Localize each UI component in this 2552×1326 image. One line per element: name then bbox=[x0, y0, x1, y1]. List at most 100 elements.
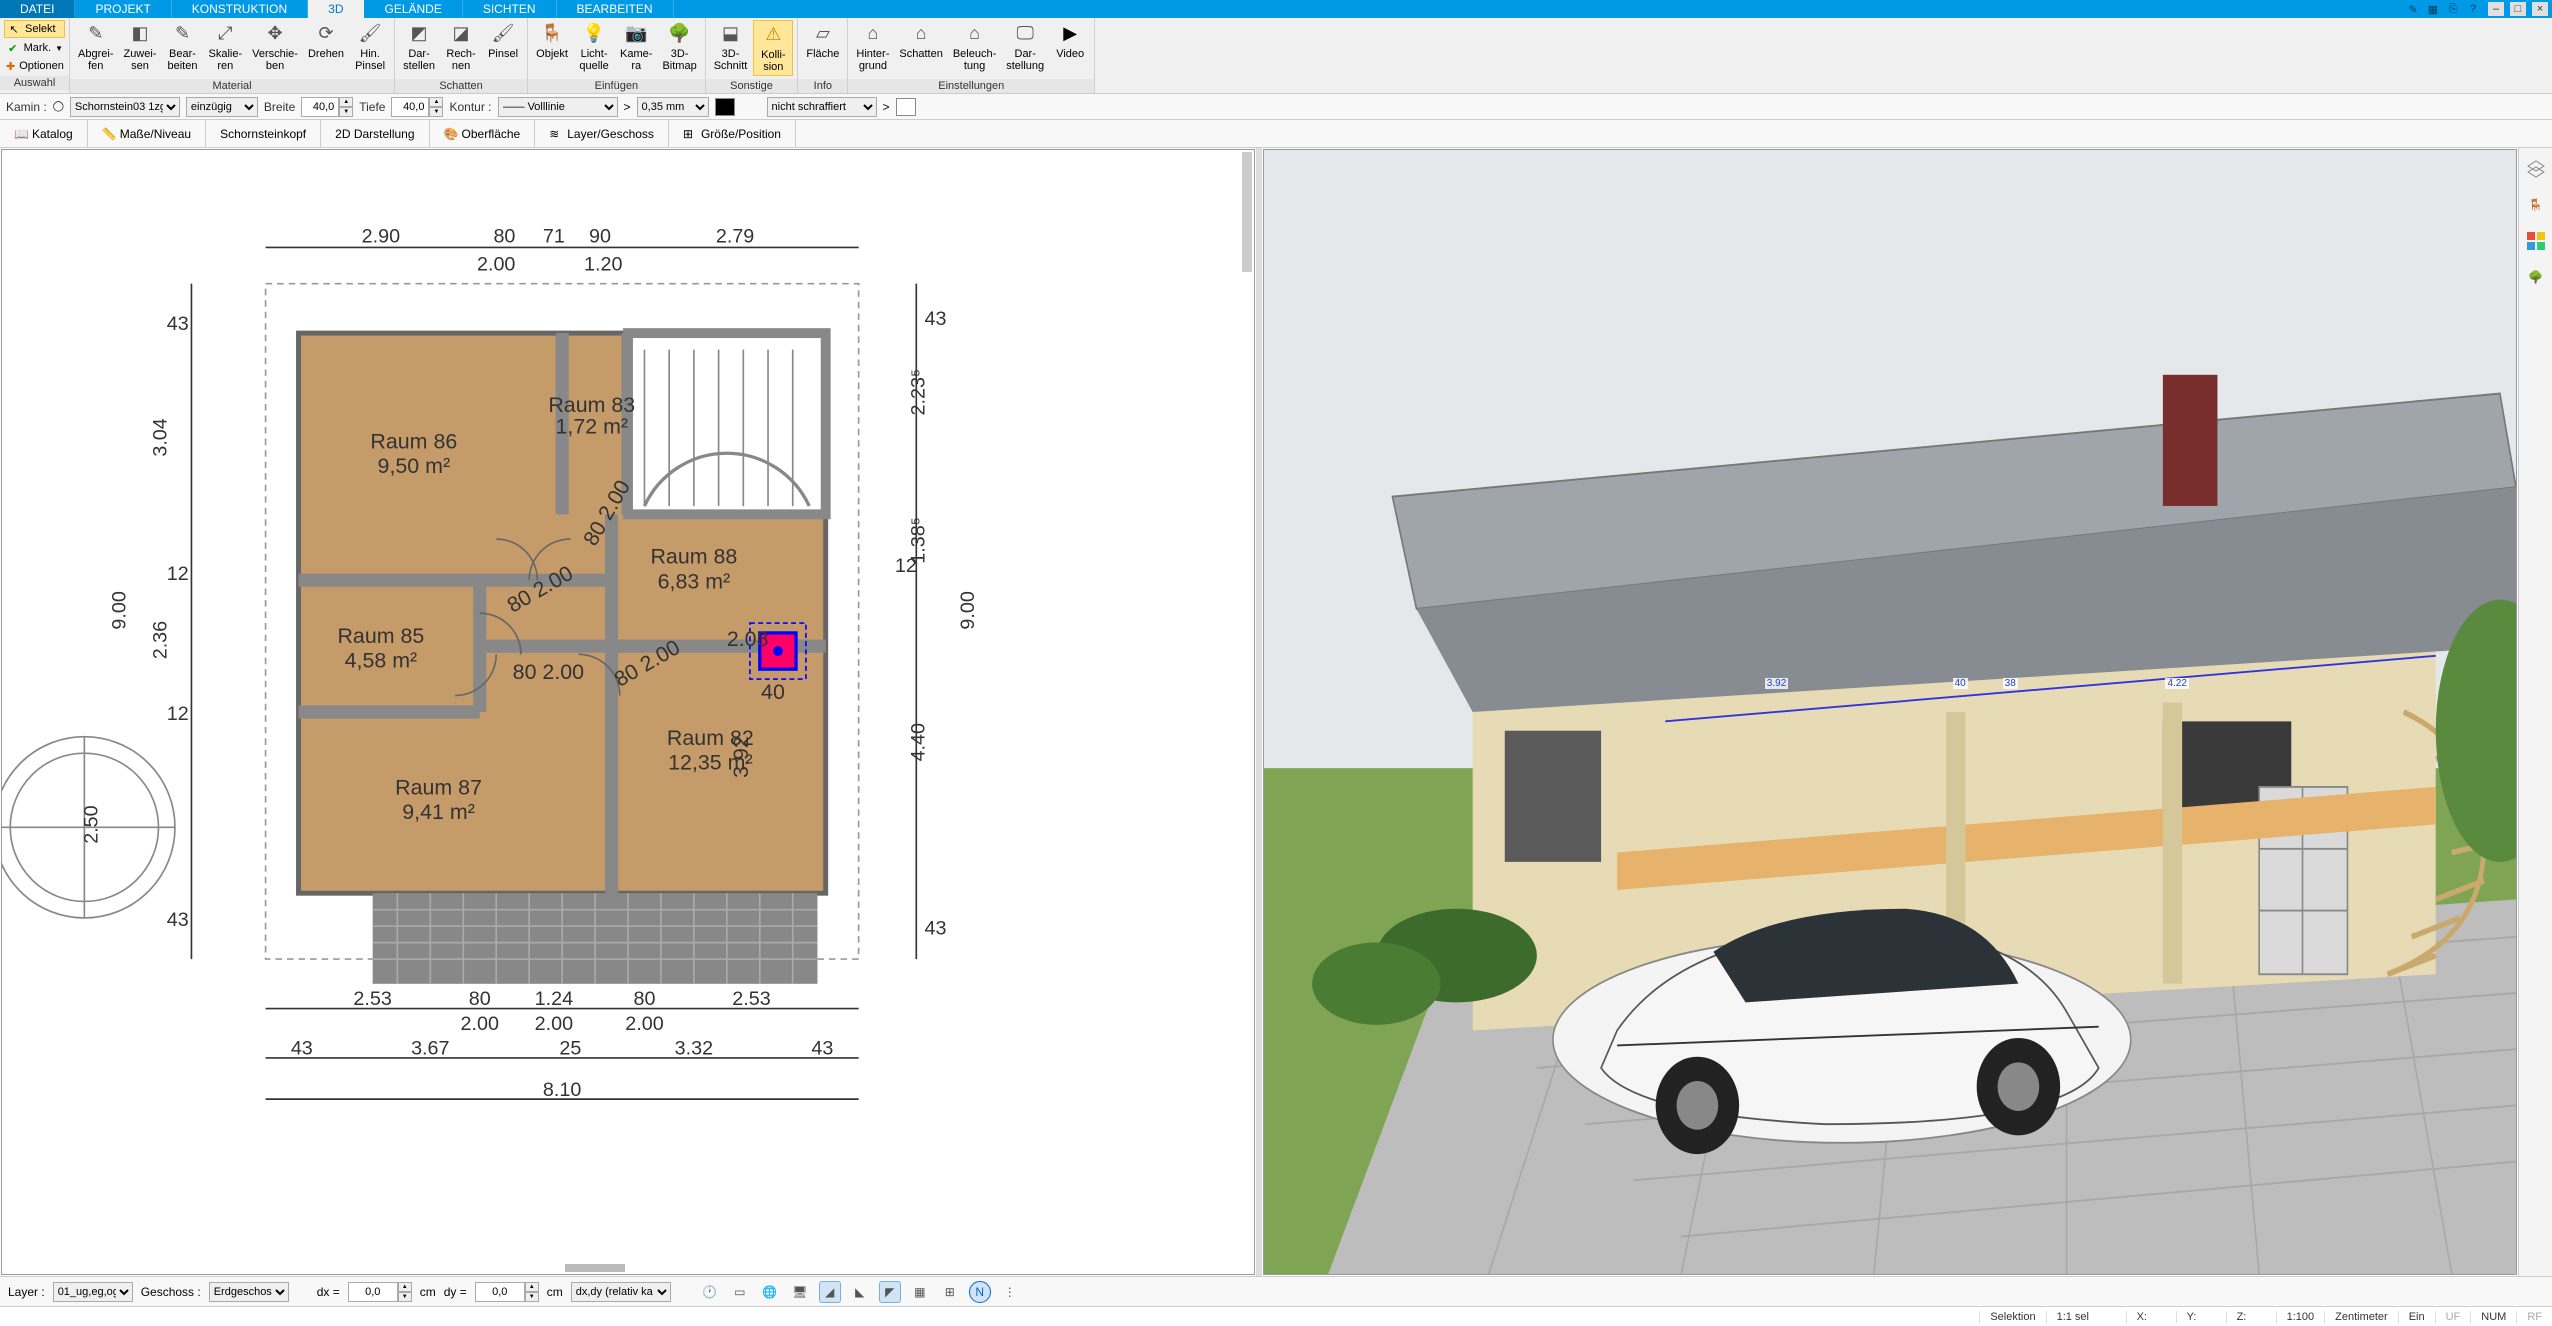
tab-schornsteinkopf[interactable]: Schornsteinkopf bbox=[206, 120, 321, 147]
tool-icon-3[interactable]: ⎘ bbox=[2446, 2, 2460, 16]
screen-icon[interactable]: 🖥 bbox=[789, 1281, 811, 1303]
hintergrund-button[interactable]: ⌂Hinter- grund bbox=[852, 20, 893, 74]
optionen-button[interactable]: ✚Optionen bbox=[4, 58, 65, 74]
pane-3d[interactable]: 3.92 40 38 4.22 bbox=[1263, 149, 2517, 1275]
zuweisen-button[interactable]: ◧Zuwei- sen bbox=[119, 20, 160, 74]
kamera-button[interactable]: 📷Kame- ra bbox=[616, 20, 656, 74]
menu-dots-icon[interactable]: ⋮ bbox=[999, 1281, 1021, 1303]
kontur-select[interactable]: —— Volllinie bbox=[498, 97, 618, 117]
nav-icon[interactable]: N bbox=[969, 1281, 991, 1303]
kamin-select[interactable]: Schornstein03 1zg. bbox=[70, 97, 180, 117]
svg-text:2.00: 2.00 bbox=[625, 1013, 663, 1035]
menu-gelaende[interactable]: GELÄNDE bbox=[364, 0, 462, 18]
tab-oberflaeche[interactable]: 🎨Oberfläche bbox=[430, 120, 536, 147]
shade4-icon[interactable]: ▦ bbox=[909, 1281, 931, 1303]
help-icon[interactable]: ? bbox=[2466, 2, 2480, 16]
select-mode-icon[interactable]: ▭ bbox=[729, 1281, 751, 1303]
grid-icon[interactable]: ⊞ bbox=[939, 1281, 961, 1303]
menu-3d[interactable]: 3D bbox=[308, 0, 364, 18]
tool-icon-1[interactable]: ✎ bbox=[2406, 2, 2420, 16]
video-button[interactable]: ▶Video bbox=[1050, 20, 1090, 62]
flaeche-button[interactable]: ▱Fläche bbox=[802, 20, 843, 62]
menu-sichten[interactable]: SICHTEN bbox=[463, 0, 557, 18]
pane-2d[interactable]: Raum 86 9,50 m² Raum 83 1,72 m² Raum 88 … bbox=[1, 149, 1255, 1275]
maximize-icon[interactable]: □ bbox=[2510, 2, 2526, 16]
dx-down[interactable]: ▼ bbox=[398, 1292, 412, 1302]
tab-layer[interactable]: ≋Layer/Geschoss bbox=[535, 120, 669, 147]
breite-input[interactable] bbox=[301, 97, 339, 117]
menu-bearbeiten[interactable]: BEARBEITEN bbox=[557, 0, 674, 18]
h-scroll-2d[interactable] bbox=[565, 1264, 625, 1272]
dy-spinner[interactable]: ▲▼ bbox=[475, 1282, 539, 1302]
tool-icon-2[interactable]: ▦ bbox=[2426, 2, 2440, 16]
shade1-icon[interactable]: ◢ bbox=[819, 1281, 841, 1303]
shade3-icon[interactable]: ◤ bbox=[879, 1281, 901, 1303]
geschoss-select[interactable]: Erdgeschos bbox=[209, 1282, 289, 1302]
tab-katalog[interactable]: 📖Katalog bbox=[0, 120, 88, 147]
menu-projekt[interactable]: PROJEKT bbox=[75, 0, 171, 18]
menu-datei[interactable]: DATEI bbox=[0, 0, 75, 18]
color-swatch-white[interactable] bbox=[896, 98, 916, 116]
dy-down[interactable]: ▼ bbox=[525, 1292, 539, 1302]
svg-text:2.53: 2.53 bbox=[732, 988, 770, 1010]
dy-up[interactable]: ▲ bbox=[525, 1282, 539, 1292]
furniture-panel-icon[interactable]: 🪑 bbox=[2525, 194, 2547, 216]
schatten-einst-button[interactable]: ⌂Schatten bbox=[895, 20, 946, 62]
dx-input[interactable] bbox=[348, 1282, 398, 1302]
objekt-button[interactable]: 🪑Objekt bbox=[532, 20, 572, 62]
hinpinsel-button[interactable]: 🖌Hin. Pinsel bbox=[350, 20, 390, 74]
abgreifen-button[interactable]: ✎Abgrei- fen bbox=[74, 20, 117, 74]
plants-panel-icon[interactable]: 🌳 bbox=[2525, 266, 2547, 288]
tab-groesse[interactable]: ⊞Größe/Position bbox=[669, 120, 796, 147]
clock-icon[interactable]: 🕐 bbox=[699, 1281, 721, 1303]
rechnen-button[interactable]: ◪Rech- nen bbox=[441, 20, 481, 74]
d3bitmap-button[interactable]: 🌳3D- Bitmap bbox=[658, 20, 700, 74]
check-icon: ✔ bbox=[6, 41, 20, 55]
bearbeiten-button[interactable]: ✎Bear- beiten bbox=[162, 20, 202, 74]
tiefe-spinner[interactable]: ▲▼ bbox=[391, 97, 443, 117]
schraffur-select[interactable]: nicht schraffiert bbox=[767, 97, 877, 117]
menu-konstruktion[interactable]: KONSTRUKTION bbox=[172, 0, 308, 18]
verschieben-button[interactable]: ✥Verschie- ben bbox=[248, 20, 302, 74]
palette-icon: 🎨 bbox=[444, 127, 458, 141]
tiefe-down[interactable]: ▼ bbox=[429, 107, 443, 117]
mark-button[interactable]: ✔Mark.▼ bbox=[4, 40, 65, 56]
dy-unit: cm bbox=[547, 1285, 563, 1299]
drehen-button[interactable]: ⟳Drehen bbox=[304, 20, 348, 62]
tab-masse[interactable]: 📏Maße/Niveau bbox=[88, 120, 206, 147]
beleuchtung-button[interactable]: ⌂Beleuch- tung bbox=[949, 20, 1000, 74]
lichtquelle-button[interactable]: 💡Licht- quelle bbox=[574, 20, 614, 74]
color-swatch-black[interactable] bbox=[715, 98, 735, 116]
coord-mode-select[interactable]: dx,dy (relativ ka bbox=[571, 1282, 671, 1302]
selekt-button[interactable]: ↖Selekt bbox=[4, 20, 65, 38]
group-caption-auswahl: Auswahl bbox=[0, 76, 69, 90]
layer-select[interactable]: 01_ug,eg,og bbox=[53, 1282, 133, 1302]
tab-2d-darstellung[interactable]: 2D Darstellung bbox=[321, 120, 429, 147]
tiefe-up[interactable]: ▲ bbox=[429, 97, 443, 107]
dy-input[interactable] bbox=[475, 1282, 525, 1302]
kollision-button[interactable]: ⚠Kolli- sion bbox=[753, 20, 793, 76]
darstellen-button[interactable]: ◩Dar- stellen bbox=[399, 20, 439, 74]
skalieren-button[interactable]: ⤢Skalie- ren bbox=[204, 20, 246, 74]
breite-up[interactable]: ▲ bbox=[339, 97, 353, 107]
tiefe-input[interactable] bbox=[391, 97, 429, 117]
globe-icon[interactable]: 🌐 bbox=[759, 1281, 781, 1303]
minimize-icon[interactable]: – bbox=[2488, 2, 2504, 16]
collision-icon: ⚠ bbox=[761, 23, 785, 47]
shade2-icon[interactable]: ◣ bbox=[849, 1281, 871, 1303]
pane-divider[interactable] bbox=[1256, 148, 1262, 1276]
svg-text:6,83 m²: 6,83 m² bbox=[658, 569, 731, 593]
breite-spinner[interactable]: ▲▼ bbox=[301, 97, 353, 117]
colors-panel-icon[interactable] bbox=[2525, 230, 2547, 252]
darstellung-button[interactable]: 🖵Dar- stellung bbox=[1002, 20, 1048, 74]
close-icon[interactable]: × bbox=[2532, 2, 2548, 16]
layers-panel-icon[interactable] bbox=[2525, 158, 2547, 180]
d3schnitt-button[interactable]: ⬓3D- Schnitt bbox=[710, 20, 752, 74]
gt2: > bbox=[883, 100, 890, 114]
pinsel-button[interactable]: 🖌Pinsel bbox=[483, 20, 523, 62]
zug-select[interactable]: einzügig bbox=[186, 97, 258, 117]
breite-down[interactable]: ▼ bbox=[339, 107, 353, 117]
dx-spinner[interactable]: ▲▼ bbox=[348, 1282, 412, 1302]
dicke-select[interactable]: 0,35 mm bbox=[637, 97, 709, 117]
dx-up[interactable]: ▲ bbox=[398, 1282, 412, 1292]
